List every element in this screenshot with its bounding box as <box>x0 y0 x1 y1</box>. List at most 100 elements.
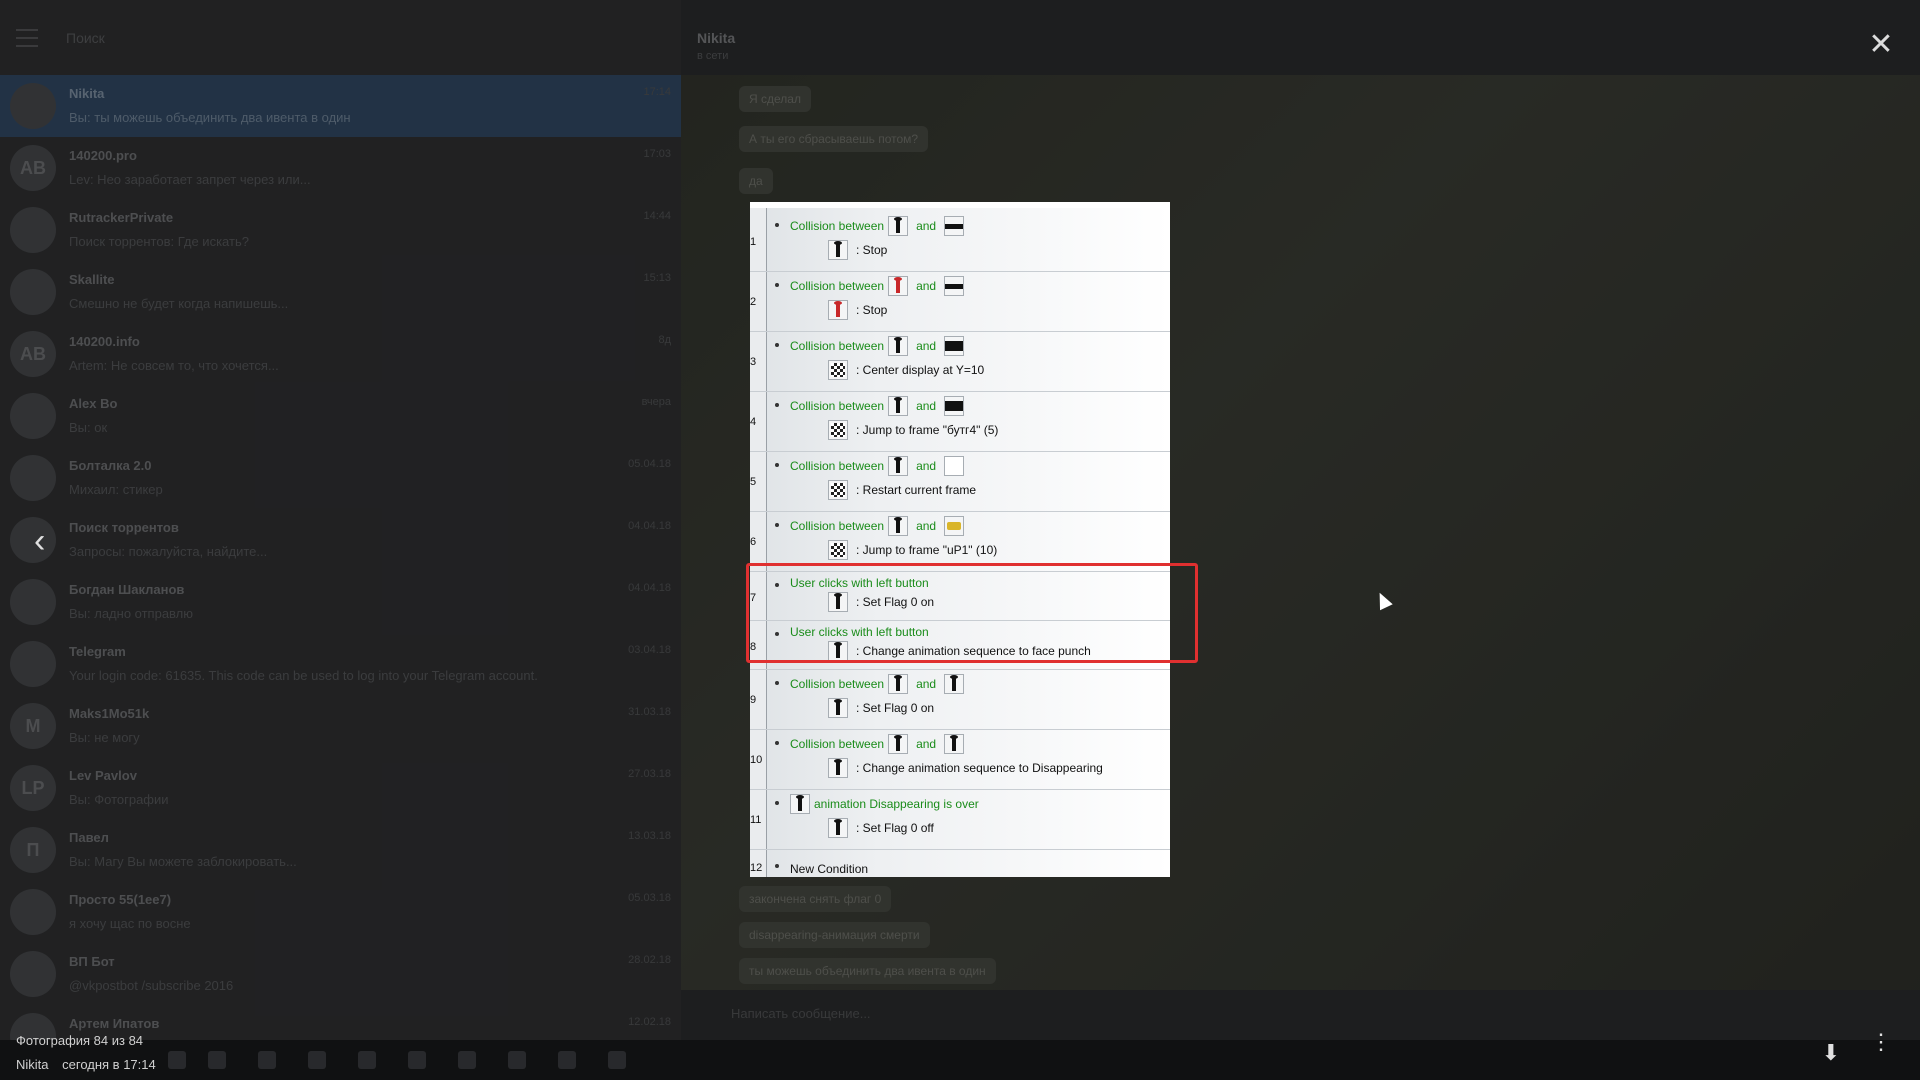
player-sprite-icon <box>944 734 965 754</box>
enemy-sprite-icon <box>828 300 848 320</box>
row-number: 3 <box>750 356 757 368</box>
event-action: : Jump to frame "бутг4" (5) <box>824 420 998 440</box>
bullet-icon <box>775 223 779 227</box>
condition-text: Collision between <box>790 459 885 473</box>
bullet-icon <box>775 343 779 347</box>
punch-sprite-icon <box>828 698 848 718</box>
player-sprite-icon <box>888 336 909 356</box>
platform-thin-icon <box>944 276 965 296</box>
condition-text: Collision between <box>790 737 885 751</box>
player-sprite-icon <box>828 240 848 260</box>
event-row: 11 animation Disappearing is over : Set … <box>750 790 1170 850</box>
row-number: 6 <box>750 536 757 548</box>
event-row: 3 Collision between and : Center display… <box>750 332 1170 392</box>
event-action: : Center display at Y=10 <box>824 360 984 380</box>
event-action: : Stop <box>824 240 887 260</box>
blank-object-icon <box>944 456 965 476</box>
enemy-sprite-icon <box>888 276 909 296</box>
event-action: : Set Flag 0 off <box>824 818 934 838</box>
event-condition: Collision between and <box>790 276 968 296</box>
photo-counter: Фотография 84 из 84 <box>16 1033 144 1048</box>
event-condition: Collision between and <box>790 674 968 694</box>
row-number: 1 <box>750 236 757 248</box>
and-label: and <box>916 459 937 473</box>
row-number: 12 <box>750 862 763 874</box>
event-condition: Collision between and <box>790 734 968 754</box>
bullet-icon <box>775 681 779 685</box>
event-row: 5 Collision between and : Restart curren… <box>750 452 1170 512</box>
event-condition: Collision between and <box>790 516 968 536</box>
action-text: : Stop <box>856 243 888 257</box>
platform-thick-icon <box>944 336 965 356</box>
platform-thin-icon <box>944 216 965 236</box>
event-row: 9 Collision between and : Set Flag 0 on <box>750 670 1170 730</box>
close-icon[interactable]: ✕ <box>1866 30 1896 60</box>
event-action: : Restart current frame <box>824 480 976 500</box>
row-number: 2 <box>750 296 757 308</box>
and-label: and <box>916 279 937 293</box>
platform-thick-icon <box>944 396 965 416</box>
event-action: : Set Flag 0 on <box>824 698 934 718</box>
previous-photo-icon[interactable]: ‹ <box>34 522 45 561</box>
condition-text: Collision between <box>790 219 885 233</box>
action-text: : Center display at Y=10 <box>856 363 985 377</box>
event-list: 1 Collision between and : Stop 2 Collisi… <box>750 212 1170 890</box>
action-text: : Stop <box>856 303 888 317</box>
storyboard-icon <box>828 420 848 440</box>
storyboard-icon <box>828 480 848 500</box>
row-number: 10 <box>750 754 763 766</box>
action-text: : Jump to frame "uP1" (10) <box>856 543 998 557</box>
bullet-icon <box>775 283 779 287</box>
row-number: 5 <box>750 476 757 488</box>
event-condition: Collision between and <box>790 216 968 236</box>
event-row: 10 Collision between and : Change animat… <box>750 730 1170 790</box>
event-condition: animation Disappearing is over <box>790 794 979 814</box>
bullet-icon <box>775 801 779 805</box>
more-options-icon[interactable]: ⋮ <box>1870 1031 1892 1053</box>
row-number: 11 <box>750 814 762 826</box>
punch-sprite-icon <box>828 758 848 778</box>
punch-sprite-icon <box>888 734 909 754</box>
row-number: 4 <box>750 416 757 428</box>
event-row: 1 Collision between and : Stop <box>750 212 1170 272</box>
action-text: : Restart current frame <box>856 483 977 497</box>
condition-text: Collision between <box>790 399 885 413</box>
condition-text: Collision between <box>790 519 885 533</box>
and-label: and <box>916 399 937 413</box>
punch-sprite-icon <box>828 818 848 838</box>
pickup-object-icon <box>944 516 965 536</box>
photo-info: Nikita сегодня в 17:14 <box>16 1057 156 1072</box>
player-sprite-icon <box>888 216 909 236</box>
condition-text: Collision between <box>790 677 885 691</box>
player-sprite-icon <box>944 674 965 694</box>
download-icon[interactable]: ⬇ <box>1822 1040 1840 1066</box>
player-sprite-icon <box>888 396 909 416</box>
bullet-icon <box>775 463 779 467</box>
action-text: : Change animation sequence to Disappear… <box>856 761 1103 775</box>
event-action: : Stop <box>824 300 887 320</box>
condition-text: Collision between <box>790 339 885 353</box>
new-condition-label: New Condition <box>790 862 869 876</box>
and-label: and <box>916 677 937 691</box>
event-action: : Jump to frame "uP1" (10) <box>824 540 997 560</box>
condition-text: animation Disappearing is over <box>814 797 979 811</box>
storyboard-icon <box>828 360 848 380</box>
event-editor-screenshot: 1 Collision between and : Stop 2 Collisi… <box>750 202 1170 877</box>
action-text: : Set Flag 0 off <box>856 821 934 835</box>
condition-text: Collision between <box>790 279 885 293</box>
and-label: and <box>916 339 937 353</box>
punch-sprite-icon <box>888 674 909 694</box>
event-row: 2 Collision between and : Stop <box>750 272 1170 332</box>
highlight-annotation <box>746 563 1198 663</box>
photo-sender[interactable]: Nikita <box>16 1057 49 1072</box>
and-label: and <box>916 219 937 233</box>
player-sprite-icon <box>888 456 909 476</box>
and-label: and <box>916 737 937 751</box>
row-number: 9 <box>750 694 757 706</box>
player-sprite-icon <box>888 516 909 536</box>
event-condition: Collision between and <box>790 336 968 356</box>
action-text: : Jump to frame "бутг4" (5) <box>856 423 999 437</box>
action-text: : Set Flag 0 on <box>856 701 935 715</box>
bullet-icon <box>775 403 779 407</box>
photo-date: сегодня в 17:14 <box>62 1057 156 1072</box>
